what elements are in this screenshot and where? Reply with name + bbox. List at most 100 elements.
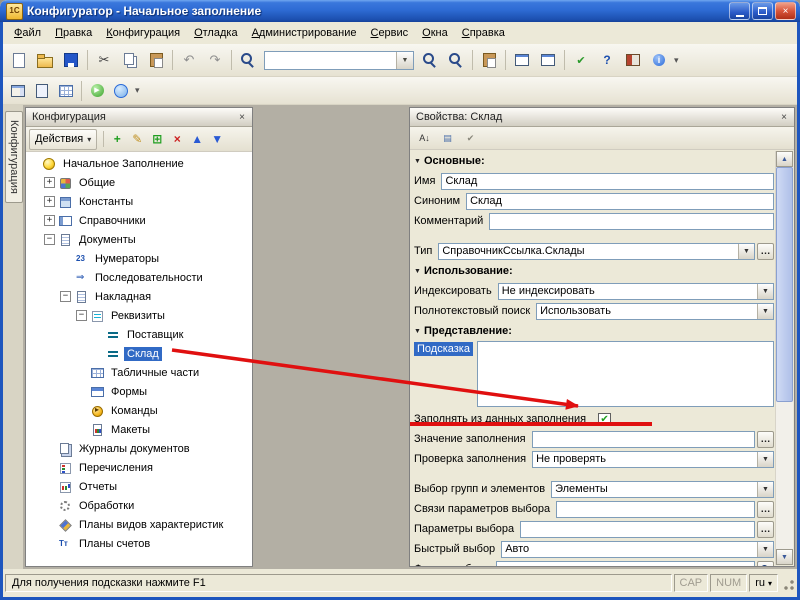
collapse-triangle-icon[interactable]: ▼: [414, 328, 424, 335]
synonym-field[interactable]: Склад: [466, 193, 774, 210]
web-client-icon[interactable]: [109, 79, 133, 102]
tree-item[interactable]: Формы: [26, 382, 252, 401]
tree-item[interactable]: −Реквизиты: [26, 306, 252, 325]
about-icon[interactable]: [646, 47, 672, 73]
tree-item[interactable]: +Справочники: [26, 211, 252, 230]
tree-item[interactable]: Команды: [26, 401, 252, 420]
chevron-down-icon[interactable]: ▼: [396, 52, 413, 69]
dropdown-icon[interactable]: ▼: [738, 244, 754, 259]
tree-item[interactable]: Перечисления: [26, 458, 252, 477]
show-categories-icon[interactable]: ▤: [436, 128, 459, 149]
language-indicator[interactable]: ru ▾: [749, 574, 778, 592]
dropdown-icon[interactable]: ▼: [757, 482, 773, 497]
add-copy-icon[interactable]: ⊞: [147, 130, 167, 149]
menu-file[interactable]: Файл: [7, 24, 48, 42]
tree-item[interactable]: Журналы документов: [26, 439, 252, 458]
tree-item[interactable]: Планы видов характеристик: [26, 515, 252, 534]
indexing-field[interactable]: Не индексировать▼: [498, 283, 774, 300]
open-form-icon[interactable]: [6, 79, 30, 102]
tree-item[interactable]: Склад: [26, 344, 252, 363]
open-icon[interactable]: [32, 47, 58, 73]
menu-service[interactable]: Сервис: [363, 24, 415, 42]
tree-item[interactable]: +Константы: [26, 192, 252, 211]
maximize-button[interactable]: [752, 2, 773, 20]
menu-windows[interactable]: Окна: [415, 24, 455, 42]
configuration-panel-close-icon[interactable]: ×: [235, 110, 249, 124]
ellipsis-button[interactable]: …: [757, 521, 774, 538]
menu-configuration[interactable]: Конфигурация: [99, 24, 187, 42]
quick-choice-field[interactable]: Авто▼: [501, 541, 774, 558]
start-debugging-icon[interactable]: [85, 79, 109, 102]
fill-from-data-checkbox[interactable]: ✔: [598, 413, 611, 426]
global-search-icon[interactable]: [443, 47, 469, 73]
properties-scrollbar[interactable]: ▲ ▼: [775, 151, 793, 565]
apply-icon[interactable]: ✔: [459, 128, 482, 149]
ellipsis-button[interactable]: …: [757, 243, 774, 260]
paste-icon[interactable]: [143, 47, 169, 73]
tree-item[interactable]: Последовательности: [26, 268, 252, 287]
ellipsis-button[interactable]: …: [757, 431, 774, 448]
configuration-check-icon[interactable]: [568, 47, 594, 73]
menu-administration[interactable]: Администрирование: [245, 24, 364, 42]
clipboard-history-icon[interactable]: [476, 47, 502, 73]
dropdown-icon[interactable]: ▼: [757, 542, 773, 557]
syntax-helper-icon[interactable]: [620, 47, 646, 73]
collapse-icon[interactable]: −: [44, 234, 55, 245]
type-field[interactable]: СправочникСсылка.Склады▼: [438, 243, 755, 260]
fulltext-search-field[interactable]: Использовать▼: [536, 303, 774, 320]
tree-item[interactable]: Отчеты: [26, 477, 252, 496]
move-down-icon[interactable]: ▼: [207, 130, 227, 149]
redo-icon[interactable]: ↷: [202, 47, 228, 73]
scroll-up-icon[interactable]: ▲: [776, 151, 793, 167]
delete-icon[interactable]: ×: [167, 130, 187, 149]
window-list-icon[interactable]: [509, 47, 535, 73]
fill-check-field[interactable]: Не проверять▼: [532, 451, 774, 468]
open-module-icon[interactable]: [30, 79, 54, 102]
search-combo[interactable]: ▼: [264, 51, 414, 70]
fill-value-field[interactable]: [532, 431, 755, 448]
resize-grip[interactable]: [780, 574, 795, 592]
ellipsis-button[interactable]: …: [757, 501, 774, 518]
collapse-triangle-icon[interactable]: ▼: [414, 158, 424, 165]
new-document-icon[interactable]: [6, 47, 32, 73]
open-form-magnifier-icon[interactable]: [757, 561, 774, 567]
dropdown-icon[interactable]: ▼: [757, 452, 773, 467]
choice-parameter-links-field[interactable]: [556, 501, 755, 518]
tree-item[interactable]: Табличные части: [26, 363, 252, 382]
collapse-triangle-icon[interactable]: ▼: [414, 268, 424, 275]
tree-item[interactable]: +Общие: [26, 173, 252, 192]
context-help-icon[interactable]: [594, 47, 620, 73]
close-button[interactable]: ×: [775, 2, 796, 20]
tree-item[interactable]: Макеты: [26, 420, 252, 439]
dropdown-icon[interactable]: ▼: [757, 304, 773, 319]
tooltip-field[interactable]: [477, 341, 774, 407]
move-up-icon[interactable]: ▲: [187, 130, 207, 149]
tree-item[interactable]: −Документы: [26, 230, 252, 249]
menu-help[interactable]: Справка: [455, 24, 512, 42]
actions-menu-button[interactable]: Действия ▾: [29, 129, 97, 150]
expand-icon[interactable]: +: [44, 215, 55, 226]
collapse-icon[interactable]: −: [76, 310, 87, 321]
toolbar-overflow-chevron-icon[interactable]: ▾: [674, 55, 686, 66]
cut-icon[interactable]: ✂: [91, 47, 117, 73]
table-grid-icon[interactable]: [54, 79, 78, 102]
copy-icon[interactable]: [117, 47, 143, 73]
edit-icon[interactable]: ✎: [127, 130, 147, 149]
dropdown-icon[interactable]: ▼: [757, 284, 773, 299]
tree-item[interactable]: Поставщик: [26, 325, 252, 344]
tree-item[interactable]: Нумераторы: [26, 249, 252, 268]
choice-parameters-field[interactable]: [520, 521, 755, 538]
expand-icon[interactable]: +: [44, 196, 55, 207]
name-field[interactable]: Склад: [441, 173, 774, 190]
save-icon[interactable]: [58, 47, 84, 73]
find-icon[interactable]: [235, 47, 261, 73]
tree-item[interactable]: Планы счетов: [26, 534, 252, 553]
menu-debug[interactable]: Отладка: [187, 24, 245, 42]
sort-alphabetical-icon[interactable]: А↓: [413, 128, 436, 149]
scroll-thumb[interactable]: [776, 167, 793, 402]
undo-icon[interactable]: ↶: [176, 47, 202, 73]
find-next-icon[interactable]: [417, 47, 443, 73]
expand-icon[interactable]: +: [44, 177, 55, 188]
properties-panel-close-icon[interactable]: ×: [777, 110, 791, 124]
tree-item[interactable]: −Накладная: [26, 287, 252, 306]
